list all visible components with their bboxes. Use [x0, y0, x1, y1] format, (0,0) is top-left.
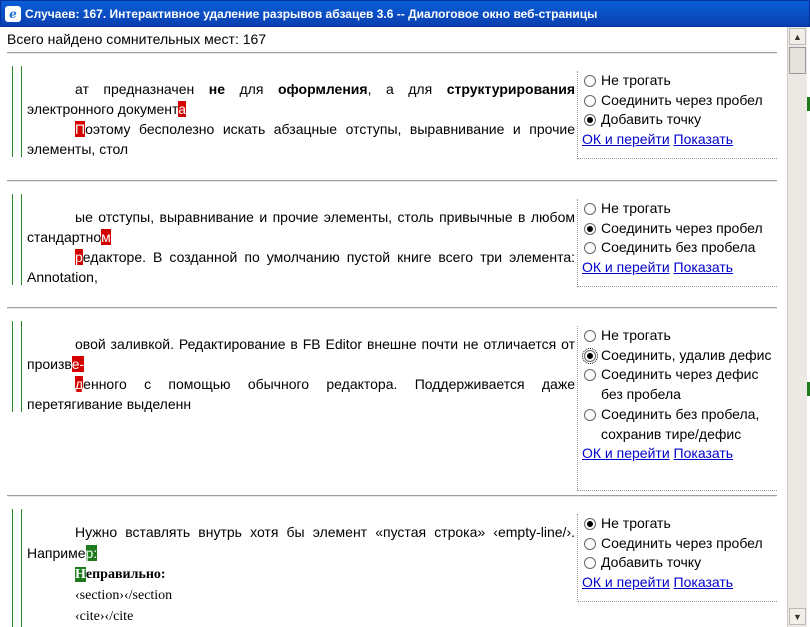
show-link[interactable]: Показать — [674, 259, 734, 275]
paragraph-end: Нужно вставлять внутрь хотя бы элемент «… — [27, 522, 575, 564]
break-highlight: е- — [72, 356, 84, 372]
case-text: ат предназначен не для оформления, а для… — [27, 79, 575, 159]
ok-and-go-link[interactable]: ОК и перейти — [582, 574, 670, 590]
radio-button[interactable] — [584, 223, 596, 235]
code-line: ‹section›‹/section — [27, 585, 575, 606]
case-text: Нужно вставлять внутрь хотя бы элемент «… — [27, 522, 575, 627]
option-leave[interactable]: Не трогать — [582, 199, 777, 219]
case-text: овой заливкой. Редактирование в FB Edito… — [27, 334, 575, 414]
break-highlight: д — [75, 376, 83, 392]
separator — [7, 307, 777, 309]
code-line: ‹cite›‹/cite — [27, 606, 575, 627]
case-options: Не трогать Соединить через пробел Добави… — [577, 514, 777, 602]
paragraph-end: ат предназначен не для оформления, а для… — [27, 79, 575, 119]
option-join-nospace[interactable]: Соединить без пробела — [582, 238, 777, 258]
summary-text: Всего найдено сомнительных мест: 167 — [7, 31, 266, 47]
radio-button[interactable] — [584, 203, 596, 215]
option-add-dot[interactable]: Добавить точку — [582, 553, 777, 573]
option-join-remove-hyphen[interactable]: Соединить, удалив дефис — [582, 346, 777, 366]
paragraph-start: Неправильно: — [27, 564, 575, 585]
radio-button[interactable] — [584, 409, 596, 421]
break-highlight: а — [178, 101, 186, 117]
ok-and-go-link[interactable]: ОК и перейти — [582, 259, 670, 275]
vertical-scrollbar[interactable]: ▲ ▼ — [787, 27, 807, 627]
option-join-keep-dash[interactable]: Соединить без пробела, сохранив тире/деф… — [582, 405, 777, 444]
scroll-thumb[interactable] — [789, 47, 806, 74]
paragraph-start: денного с помощью обычного редактора. По… — [27, 374, 575, 414]
ie-icon: e — [5, 6, 21, 22]
radio-button[interactable] — [584, 114, 596, 126]
scroll-down-icon[interactable]: ▼ — [789, 608, 806, 625]
case-options: Не трогать Соединить через пробел Соедин… — [577, 199, 777, 287]
radio-button[interactable] — [584, 95, 596, 107]
radio-button[interactable] — [584, 330, 596, 342]
option-join-space[interactable]: Соединить через пробел — [582, 91, 777, 111]
option-join-hyphen-nospace[interactable]: Соединить через дефис без пробела — [582, 365, 777, 404]
break-highlight: р: — [86, 545, 98, 561]
separator — [7, 495, 777, 497]
radio-button[interactable] — [584, 242, 596, 254]
paragraph-start: редакторе. В созданной по умолчанию пуст… — [27, 247, 575, 287]
dialog-content: Всего найдено сомнительных мест: 167 ат … — [0, 27, 787, 627]
option-join-space[interactable]: Соединить через пробел — [582, 534, 777, 554]
case-marker-bars — [12, 321, 22, 412]
separator — [7, 180, 777, 182]
show-link[interactable]: Показать — [674, 445, 734, 461]
scroll-up-icon[interactable]: ▲ — [789, 28, 806, 45]
case-marker-bars — [12, 194, 22, 285]
radio-button[interactable] — [584, 557, 596, 569]
radio-button[interactable] — [584, 369, 596, 381]
radio-button[interactable] — [584, 350, 596, 362]
break-highlight: П — [75, 121, 85, 137]
option-add-dot[interactable]: Добавить точку — [582, 110, 777, 130]
paragraph-end: овой заливкой. Редактирование в FB Edito… — [27, 334, 575, 374]
ok-and-go-link[interactable]: ОК и перейти — [582, 131, 670, 147]
option-leave[interactable]: Не трогать — [582, 514, 777, 534]
separator — [7, 52, 777, 54]
break-highlight: Н — [75, 567, 86, 582]
paragraph-start: Поэтому бесполезно искать абзацные отсту… — [27, 119, 575, 159]
break-highlight: м — [101, 229, 111, 245]
break-highlight: р — [75, 249, 83, 265]
case-marker-bars — [12, 509, 22, 627]
case-options: Не трогать Соединить через пробел Добави… — [577, 71, 777, 159]
paragraph-end: ые отступы, выравнивание и прочие элемен… — [27, 207, 575, 247]
case-options: Не трогать Соединить, удалив дефис Соеди… — [577, 326, 777, 491]
radio-button[interactable] — [584, 75, 596, 87]
case-marker-bars — [12, 66, 22, 157]
radio-button[interactable] — [584, 538, 596, 550]
option-join-space[interactable]: Соединить через пробел — [582, 219, 777, 239]
option-leave[interactable]: Не трогать — [582, 326, 777, 346]
ok-and-go-link[interactable]: ОК и перейти — [582, 445, 670, 461]
window-titlebar[interactable]: e Случаев: 167. Интерактивное удаление р… — [0, 0, 810, 27]
show-link[interactable]: Показать — [674, 131, 734, 147]
radio-button[interactable] — [584, 518, 596, 530]
show-link[interactable]: Показать — [674, 574, 734, 590]
window-title: Случаев: 167. Интерактивное удаление раз… — [25, 7, 597, 21]
option-leave[interactable]: Не трогать — [582, 71, 777, 91]
case-text: ые отступы, выравнивание и прочие элемен… — [27, 207, 575, 287]
